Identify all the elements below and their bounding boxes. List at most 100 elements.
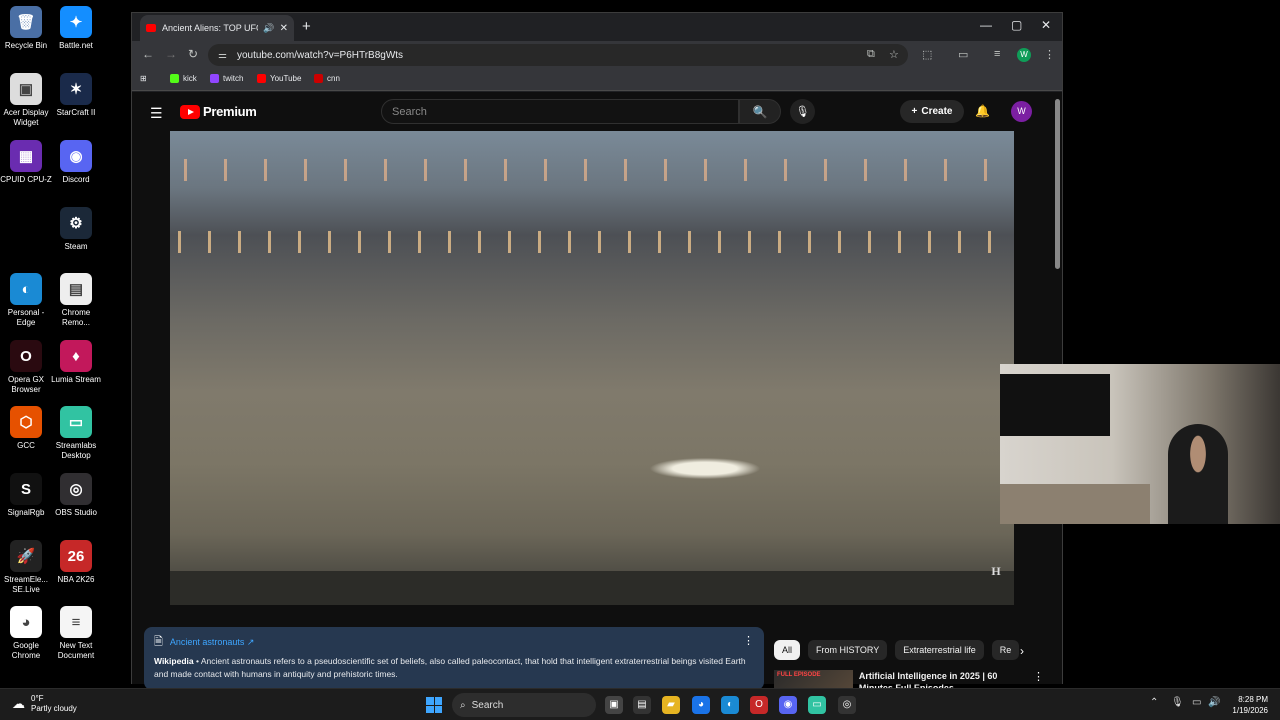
volume-tray-icon[interactable]: 🔊	[1208, 697, 1220, 708]
history-channel-watermark: H	[991, 564, 1001, 578]
filter-chip[interactable]: Re	[991, 640, 1020, 660]
reload-icon[interactable]: ↻	[188, 47, 198, 61]
forward-icon[interactable]: →	[165, 47, 177, 61]
notifications-bell-icon[interactable]: 🔔	[975, 104, 990, 118]
profile-avatar[interactable]: W	[1017, 48, 1031, 62]
youtube-logo[interactable]: Premium	[180, 104, 257, 119]
app-icon: ▭	[60, 406, 92, 438]
desktop-icon[interactable]: ◉ Discord	[50, 140, 102, 185]
desktop-icon[interactable]: ◎ OBS Studio	[50, 473, 102, 518]
bookmark-youtube[interactable]: YouTube	[257, 74, 301, 83]
extensions-icon[interactable]: ⬚	[922, 48, 932, 61]
desktop-icon[interactable]: ⚙ Steam	[50, 207, 102, 252]
desktop-icon-label: Discord	[62, 175, 90, 184]
desktop-icon[interactable]: ▣ Acer Display Widget	[0, 73, 52, 128]
clock-time: 8:28 PM	[1238, 695, 1268, 704]
app-icon: O	[10, 340, 42, 372]
chrome-taskbar-icon[interactable]: ◕	[692, 696, 710, 714]
app-icon: ♦	[60, 340, 92, 372]
menu-kebab-icon[interactable]: ⋮	[1044, 48, 1055, 61]
desktop-icon[interactable]: ▤ Chrome Remo...	[50, 273, 102, 328]
discord-taskbar-icon[interactable]: ◉	[779, 696, 797, 714]
weather-widget[interactable]: ☁ 0°F Partly cloudy	[12, 694, 77, 714]
browser-window: Ancient Aliens: TOP UFO M 🔊 ✕ + — ▢ ✕ ← …	[131, 12, 1063, 700]
desktop-icon[interactable]: 🚀 StreamEle... SE.Live	[0, 540, 52, 595]
search-button[interactable]: 🔍	[739, 99, 781, 124]
desktop-icon-label: GCC	[17, 441, 35, 450]
filter-chip[interactable]: From HISTORY	[808, 640, 888, 660]
close-window-icon[interactable]: ✕	[1041, 18, 1051, 32]
media-controls-icon[interactable]: ≡	[994, 48, 1000, 60]
bookmark-star-icon[interactable]: ☆	[889, 48, 899, 61]
search-icon: ⌕	[460, 699, 466, 711]
app-icon: ▦	[10, 140, 42, 172]
app-icon: S	[10, 473, 42, 505]
desktop-icon[interactable]: ◐ Personal - Edge	[0, 273, 52, 328]
browser-toolbar: ← → ↻ ⚌ youtube.com/watch?v=P6HTrB8gWts …	[132, 41, 1062, 69]
desktop-icon[interactable]: ⬡ GCC	[0, 406, 52, 451]
voice-search-button[interactable]: 🎙	[790, 99, 815, 124]
taskbar-search[interactable]: ⌕ Search	[452, 693, 596, 717]
desktop-icon[interactable]: ♦ Lumia Stream	[50, 340, 102, 385]
bookmark-cnn[interactable]: cnn	[314, 74, 340, 83]
sidepanel-icon[interactable]: ▭	[958, 48, 968, 61]
start-button[interactable]	[426, 697, 442, 713]
wiki-title-link[interactable]: Ancient astronauts ↗	[170, 637, 255, 648]
desktop-icon[interactable]: ◕ Google Chrome	[0, 606, 52, 661]
minimize-icon[interactable]: —	[980, 18, 992, 32]
youtube-favicon-icon	[146, 24, 156, 32]
desktop-icon[interactable]: 🗑 Recycle Bin	[0, 6, 52, 51]
desktop-icon[interactable]: 26 NBA 2K26	[50, 540, 102, 585]
edge-taskbar-icon[interactable]: ◐	[721, 696, 739, 714]
tray-chevron-icon[interactable]: ⌃	[1150, 697, 1158, 708]
foreground-hangar	[170, 571, 1014, 605]
desktop-icon[interactable]: ≡ New Text Document	[50, 606, 102, 661]
close-tab-icon[interactable]: ✕	[280, 23, 288, 34]
desktop-icon[interactable]: O Opera GX Browser	[0, 340, 52, 395]
tab-active[interactable]: Ancient Aliens: TOP UFO M 🔊 ✕	[140, 15, 294, 41]
page-scrollbar[interactable]	[1055, 99, 1060, 269]
desktop-icon-label: Personal - Edge	[7, 308, 45, 327]
wikipedia-info-panel[interactable]: 🗎 Ancient astronauts ↗ ⋮ Wikipedia • Anc…	[144, 627, 764, 690]
widgets-icon[interactable]: ▤	[633, 696, 651, 714]
bookmark-twitch[interactable]: twitch	[210, 74, 243, 83]
back-icon[interactable]: ←	[142, 47, 154, 61]
address-bar[interactable]: ⚌ youtube.com/watch?v=P6HTrB8gWts	[208, 44, 908, 66]
site-info-icon[interactable]: ⚌	[218, 50, 227, 61]
desktop-icon[interactable]: S SignalRgb	[0, 473, 52, 518]
maximize-icon[interactable]: ▢	[1011, 18, 1022, 32]
system-clock[interactable]: 8:28 PM 1/19/2026	[1232, 694, 1268, 716]
install-app-icon[interactable]: ⧉	[867, 48, 875, 61]
bookmark-kick[interactable]: kick	[170, 74, 197, 83]
streamlabs-taskbar-icon[interactable]: ▭	[808, 696, 826, 714]
chevron-right-icon[interactable]: ›	[1020, 644, 1024, 658]
app-icon: ⚙	[60, 207, 92, 239]
new-tab-button[interactable]: +	[302, 18, 311, 35]
display-tray-icon[interactable]: ▭	[1192, 697, 1201, 708]
apps-grid-icon[interactable]: ⊞	[140, 74, 147, 83]
opera-gx-taskbar-icon[interactable]: O	[750, 696, 768, 714]
more-options-icon[interactable]: ⋮	[743, 634, 754, 647]
filter-chip[interactable]: Extraterrestrial life	[895, 640, 984, 660]
hamburger-menu-icon[interactable]: ☰	[150, 105, 163, 122]
microphone-icon: 🎙	[795, 106, 810, 118]
task-view-icon[interactable]: ▣	[605, 696, 623, 714]
filter-chip[interactable]: All	[774, 640, 801, 660]
search-input[interactable]: Search	[381, 99, 739, 124]
wiki-text: • Ancient astronauts refers to a pseudos…	[154, 656, 746, 679]
desktop-icon[interactable]: ▦ CPUID CPU-Z	[0, 140, 52, 185]
obs-taskbar-icon[interactable]: ◎	[838, 696, 856, 714]
account-avatar[interactable]: W	[1011, 101, 1032, 122]
video-player[interactable]	[170, 131, 1014, 605]
desktop-icon[interactable]: ✦ Battle.net	[50, 6, 102, 51]
app-icon: 🚀	[10, 540, 42, 572]
tab-bar: Ancient Aliens: TOP UFO M 🔊 ✕ + — ▢ ✕	[132, 13, 1062, 41]
bookmarks-bar: ⊞ kick twitch YouTube cnn	[132, 69, 1062, 91]
create-button[interactable]: + Create	[900, 100, 964, 123]
file-explorer-icon[interactable]: ▰	[662, 696, 680, 714]
weather-temp: 0°F	[31, 694, 44, 703]
desktop-icon[interactable]: ▭ Streamlabs Desktop	[50, 406, 102, 461]
speaker-icon[interactable]: 🔊	[263, 23, 274, 34]
microphone-tray-icon[interactable]: 🎙	[1171, 697, 1184, 708]
desktop-icon[interactable]: ✶ StarCraft II	[50, 73, 102, 118]
